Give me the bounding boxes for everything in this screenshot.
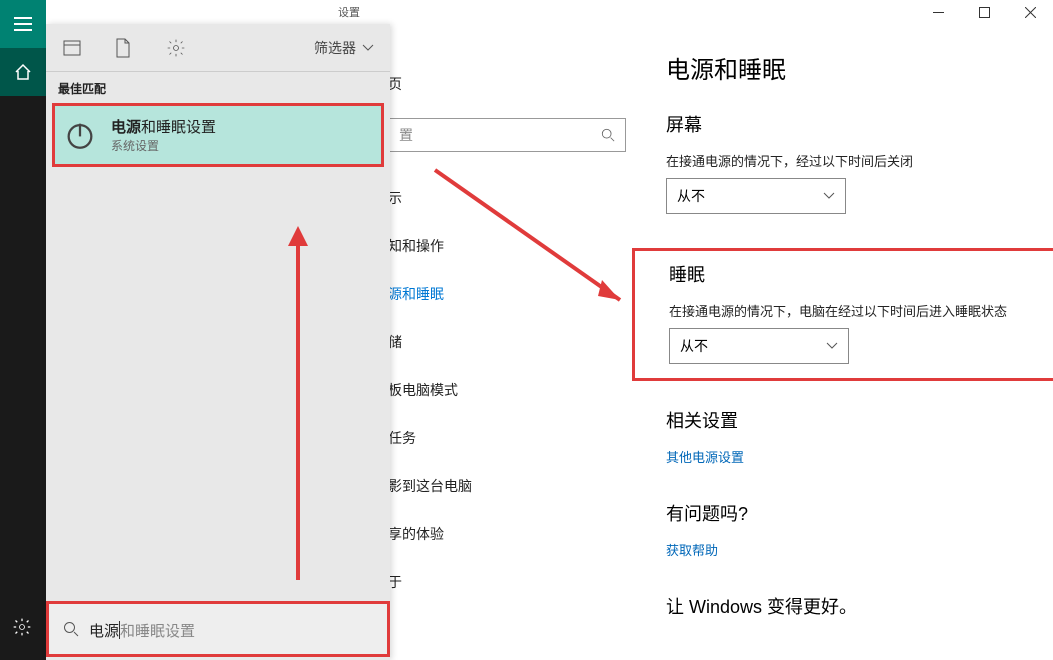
- chevron-down-icon: [826, 342, 838, 350]
- page-title: 电源和睡眠: [666, 50, 1051, 85]
- nav-item[interactable]: 任务: [388, 414, 626, 462]
- sleep-section-highlight: 睡眠 在接通电源的情况下，电脑在经过以下时间后进入睡眠状态 从不: [632, 248, 1053, 381]
- filter-label: 筛选器: [314, 38, 356, 58]
- search-icon: [601, 128, 615, 142]
- settings-search-input[interactable]: 置: [388, 118, 626, 152]
- nav-item[interactable]: 知和操作: [388, 222, 626, 270]
- nav-item-power-sleep[interactable]: 源和睡眠: [388, 270, 626, 318]
- document-icon[interactable]: [114, 38, 134, 58]
- nav-item[interactable]: 影到这台电脑: [388, 462, 626, 510]
- power-icon: [63, 118, 97, 152]
- close-button[interactable]: [1007, 0, 1053, 24]
- overlay-tabs: 筛选器: [46, 24, 390, 72]
- chevron-down-icon: [823, 192, 835, 200]
- sleep-timeout-dropdown[interactable]: 从不: [669, 328, 849, 364]
- related-heading: 相关设置: [666, 407, 1051, 433]
- maximize-button[interactable]: [961, 0, 1007, 24]
- nav-item[interactable]: 储: [388, 318, 626, 366]
- minimize-button[interactable]: [915, 0, 961, 24]
- window-title: 设置: [338, 4, 360, 20]
- nav-home[interactable]: 页: [388, 60, 626, 108]
- home-button[interactable]: [0, 48, 46, 96]
- search-icon: [63, 621, 79, 637]
- result-subtitle: 系统设置: [111, 137, 216, 154]
- result-title: 电源和睡眠设置: [111, 116, 216, 137]
- nav-item[interactable]: 享的体验: [388, 510, 626, 558]
- settings-main-pane: 电源和睡眠 屏幕 在接通电源的情况下，经过以下时间后关闭 从不 睡眠 在接通电源…: [666, 50, 1051, 633]
- search-result-power-sleep[interactable]: 电源和睡眠设置 系统设置: [52, 103, 384, 167]
- help-heading: 有问题吗?: [666, 500, 1051, 526]
- start-search-input[interactable]: 电源和睡眠设置: [46, 601, 390, 657]
- gear-icon[interactable]: [166, 38, 186, 58]
- dropdown-value: 从不: [677, 186, 705, 206]
- window-titlebar: 设置: [330, 0, 1053, 24]
- gear-icon[interactable]: [12, 617, 32, 642]
- search-placeholder: 置: [399, 125, 413, 145]
- filter-dropdown[interactable]: 筛选器: [314, 38, 374, 58]
- start-menu-button[interactable]: [0, 0, 46, 48]
- help-link[interactable]: 获取帮助: [666, 540, 718, 559]
- nav-item[interactable]: 于: [388, 558, 626, 606]
- best-match-heading: 最佳匹配: [46, 72, 390, 103]
- related-link-other-power[interactable]: 其他电源设置: [666, 447, 744, 466]
- dropdown-value: 从不: [680, 336, 708, 356]
- nav-item[interactable]: 示: [388, 174, 626, 222]
- sleep-desc: 在接通电源的情况下，电脑在经过以下时间后进入睡眠状态: [669, 301, 1050, 320]
- taskbar-rail: [0, 0, 46, 660]
- start-search-overlay: 筛选器 最佳匹配 电源和睡眠设置 系统设置 电源和睡眠设置: [46, 24, 390, 660]
- search-value: 电源和睡眠设置: [89, 618, 195, 641]
- nav-item[interactable]: 板电脑模式: [388, 366, 626, 414]
- feedback-heading: 让 Windows 变得更好。: [666, 593, 1051, 619]
- sleep-heading: 睡眠: [669, 261, 1050, 287]
- settings-nav-partial: 页 置 示 知和操作 源和睡眠 储 板电脑模式 任务 影到这台电脑 享的体验 于: [388, 60, 626, 606]
- chevron-down-icon: [362, 44, 374, 52]
- screen-desc: 在接通电源的情况下，经过以下时间后关闭: [666, 151, 1051, 170]
- screen-timeout-dropdown[interactable]: 从不: [666, 178, 846, 214]
- screen-heading: 屏幕: [666, 111, 1051, 137]
- recent-icon[interactable]: [62, 38, 82, 58]
